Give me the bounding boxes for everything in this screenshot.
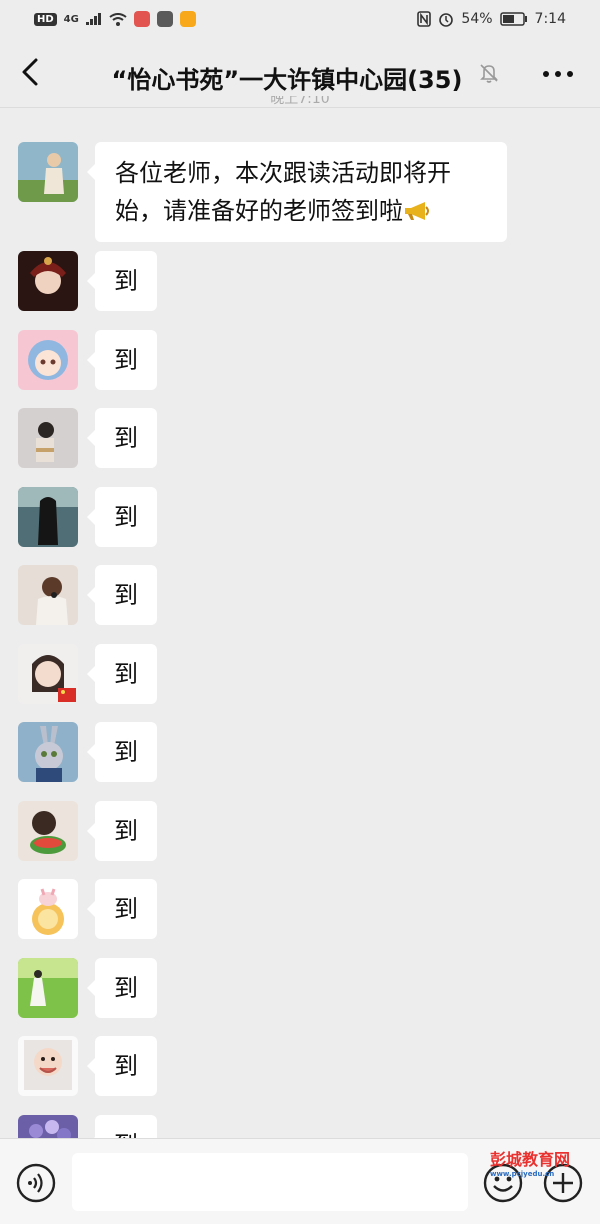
message-bubble[interactable]: 到 (87, 1036, 157, 1096)
avatar[interactable] (18, 565, 78, 625)
megaphone-icon (405, 202, 429, 220)
avatar[interactable] (18, 142, 78, 202)
avatar[interactable] (18, 251, 78, 311)
clock: 7:14 (534, 11, 566, 27)
message-text: 各位老师，本次跟读活动即将开始，请准备好的老师签到啦 (115, 159, 451, 225)
alarm-icon (439, 13, 454, 27)
nfc-icon (417, 11, 432, 27)
avatar[interactable] (18, 1036, 78, 1096)
message-bubble[interactable]: 到 (87, 644, 157, 704)
ellipsis-icon[interactable] (540, 60, 576, 88)
avatar[interactable] (18, 879, 78, 939)
message-bubble[interactable]: 到 (87, 958, 157, 1018)
avatar[interactable] (18, 644, 78, 704)
message-bubble[interactable]: 到 (87, 722, 157, 782)
watermark-text: 彭城教育网 (490, 1150, 571, 1169)
app-notification-icon (156, 11, 173, 27)
message-bubble[interactable]: 各位老师，本次跟读活动即将开始，请准备好的老师签到啦 (87, 142, 507, 242)
bell-off-icon (480, 64, 498, 83)
chat-title: “怡心书苑”一大许镇中心园(35) (111, 66, 463, 94)
watermark-url: www.pcjyedu.cn (490, 1170, 555, 1178)
voice-icon[interactable] (16, 1163, 56, 1203)
signal-icon (85, 13, 101, 25)
message-bubble[interactable]: 到 (87, 251, 157, 311)
time-separator: 晚上7:10 (240, 96, 360, 110)
app-notification-icon (133, 11, 150, 27)
battery-icon (499, 12, 527, 26)
app-notification-icon (179, 11, 196, 27)
avatar[interactable] (18, 958, 78, 1018)
message-input[interactable] (72, 1153, 468, 1211)
status-left: HD 4G (34, 11, 196, 27)
avatar[interactable] (18, 487, 78, 547)
battery-percent: 54% (461, 11, 493, 27)
chevron-left-icon[interactable] (14, 55, 48, 89)
wifi-icon (109, 12, 127, 26)
time-separator-label: 晚上7:10 (270, 96, 330, 107)
message-bubble[interactable]: 到 (87, 330, 157, 390)
avatar[interactable] (18, 330, 78, 390)
avatar[interactable] (18, 722, 78, 782)
watermark-logo: 彭城教育网 www.pcjyedu.cn (490, 1150, 594, 1180)
status-right: 54% 7:14 (417, 11, 566, 27)
message-bubble[interactable]: 到 (87, 879, 157, 939)
status-bar: HD 4G 54% 7:14 (0, 0, 600, 38)
hd-badge: HD (34, 12, 57, 26)
avatar[interactable] (18, 408, 78, 468)
avatar[interactable] (18, 801, 78, 861)
network-type: 4G (63, 13, 79, 25)
message-bubble[interactable]: 到 (87, 565, 157, 625)
message-bubble[interactable]: 到 (87, 487, 157, 547)
message-bubble[interactable]: 到 (87, 801, 157, 861)
message-bubble[interactable]: 到 (87, 408, 157, 468)
